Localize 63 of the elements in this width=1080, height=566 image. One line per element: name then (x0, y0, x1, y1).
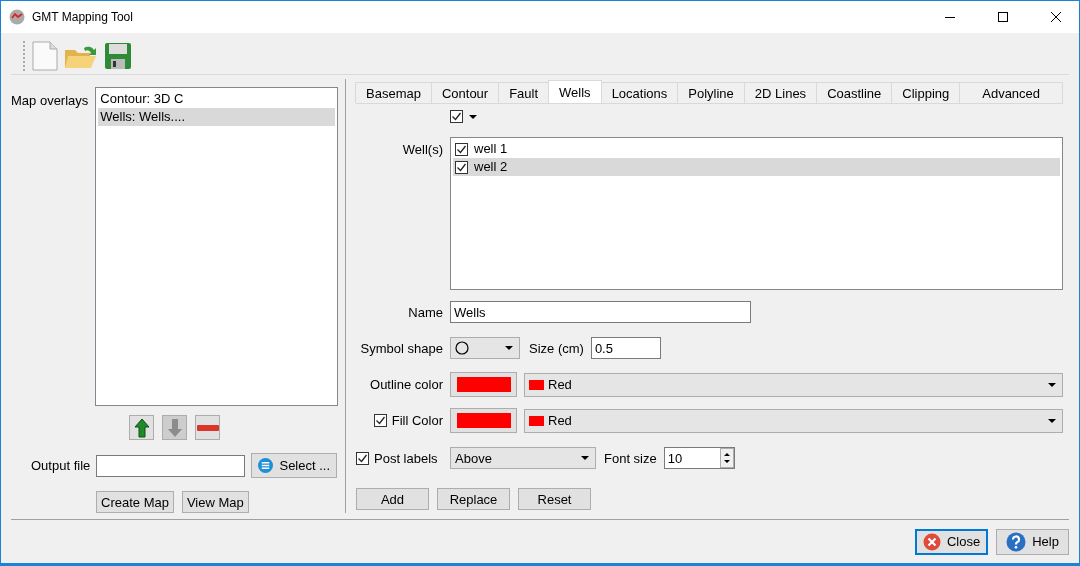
checkbox[interactable] (455, 142, 468, 156)
tab[interactable]: Clipping (891, 82, 961, 103)
list-icon (258, 458, 274, 473)
help-button[interactable]: Help (996, 528, 1069, 555)
create-map-button[interactable]: Create Map (96, 491, 174, 513)
overlays-label: Map overlays (11, 93, 89, 108)
checkbox[interactable] (455, 160, 468, 174)
outline-color-dropdown[interactable]: Red (524, 372, 1063, 397)
remove-button[interactable] (195, 415, 220, 440)
help-icon (1006, 531, 1027, 552)
checkbox[interactable] (450, 110, 463, 123)
outline-color-button[interactable] (450, 372, 517, 397)
fill-color-button[interactable] (450, 408, 517, 433)
app-icon (9, 9, 25, 25)
output-file-label: Output file (31, 458, 91, 473)
symbol-shape-dropdown[interactable] (450, 337, 520, 359)
checkbox[interactable] (373, 414, 387, 427)
save-icon[interactable] (104, 41, 132, 70)
window-title: GMT Mapping Tool (32, 10, 134, 24)
size-field[interactable]: 0.5 (590, 337, 661, 359)
tab[interactable]: Basemap (355, 82, 432, 103)
overlay-item[interactable]: Contour: 3D C (98, 90, 336, 108)
font-size-spinner[interactable]: 10 (663, 447, 735, 469)
font-size-label: Font size (604, 450, 657, 466)
close-icon (1051, 12, 1061, 22)
well-item[interactable]: well 1 (453, 140, 1060, 158)
move-up-button[interactable] (129, 415, 154, 440)
post-labels-label: Post labels (374, 450, 438, 466)
name-label: Name (408, 304, 443, 320)
well-item[interactable]: well 2 (453, 158, 1060, 176)
output-file-field[interactable] (96, 454, 246, 477)
replace-button[interactable]: Replace (437, 488, 510, 510)
checkbox[interactable] (356, 451, 369, 465)
tab[interactable]: Polyline (677, 82, 745, 103)
caret-icon (1048, 382, 1056, 387)
close-button[interactable]: Close (915, 528, 988, 555)
minimize-icon (945, 16, 955, 18)
fill-color-dropdown[interactable]: Red (524, 408, 1063, 433)
size-label: Size (cm) (529, 340, 584, 356)
fill-color-label: Fill Color (391, 413, 443, 428)
symbol-shape-label: Symbol shape (360, 340, 443, 356)
outline-color-label: Outline color (370, 377, 443, 392)
add-button[interactable]: Add (356, 488, 429, 510)
reset-button[interactable]: Reset (518, 488, 591, 510)
caret-icon (581, 456, 589, 460)
view-map-button[interactable]: View Map (181, 491, 249, 513)
minus-icon (196, 424, 219, 431)
tab[interactable]: Wells (548, 80, 602, 103)
name-field[interactable]: Wells (450, 301, 751, 323)
overlay-item[interactable]: Wells: Wells.... (98, 108, 336, 126)
caret-icon (1048, 418, 1056, 423)
down-arrow-icon (166, 417, 183, 438)
caret-icon (505, 346, 513, 350)
maximize-icon (998, 12, 1008, 22)
circle-icon (455, 341, 469, 355)
caret-icon (469, 114, 477, 119)
post-labels-dropdown[interactable]: Above (450, 447, 596, 469)
spinner-arrows-icon (719, 448, 734, 468)
tab[interactable]: Advanced (959, 82, 1063, 103)
up-arrow-icon (133, 417, 150, 438)
select-button[interactable]: Select ... (251, 453, 338, 478)
close-icon (922, 532, 941, 551)
wells-label: Well(s) (402, 142, 443, 157)
